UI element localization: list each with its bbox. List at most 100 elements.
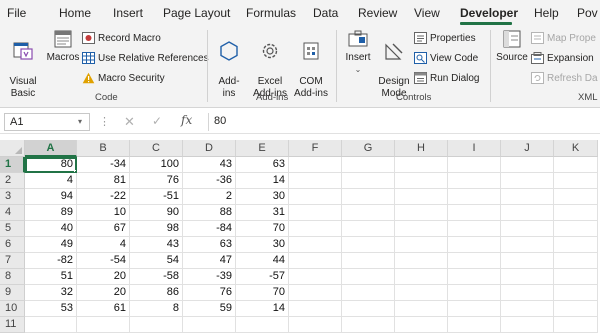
macro-security-button[interactable]: Macro Security — [82, 71, 165, 85]
cell-f4[interactable] — [289, 205, 342, 221]
row-header-4[interactable]: 4 — [0, 205, 25, 221]
cell-e2[interactable]: 14 — [236, 173, 289, 189]
cancel-icon[interactable]: ✕ — [124, 114, 135, 130]
properties-button[interactable]: Properties — [414, 31, 476, 45]
cell-b1[interactable]: -34 — [77, 157, 130, 173]
cell-j2[interactable] — [501, 173, 554, 189]
cell-j8[interactable] — [501, 269, 554, 285]
cell-h9[interactable] — [395, 285, 448, 301]
select-all-button[interactable] — [0, 140, 25, 157]
cell-f8[interactable] — [289, 269, 342, 285]
row-header-10[interactable]: 10 — [0, 301, 25, 317]
cell-g9[interactable] — [342, 285, 395, 301]
cell-h7[interactable] — [395, 253, 448, 269]
cell-h5[interactable] — [395, 221, 448, 237]
cell-g8[interactable] — [342, 269, 395, 285]
cell-g11[interactable] — [342, 317, 395, 333]
cell-f1[interactable] — [289, 157, 342, 173]
cell-b10[interactable]: 61 — [77, 301, 130, 317]
tab-developer[interactable]: Developer — [460, 6, 518, 20]
tab-insert[interactable]: Insert — [113, 6, 143, 20]
cell-h2[interactable] — [395, 173, 448, 189]
cell-c1[interactable]: 100 — [130, 157, 183, 173]
visual-basic-button[interactable]: Visual Basic — [6, 28, 40, 100]
cell-k2[interactable] — [554, 173, 598, 189]
cell-k3[interactable] — [554, 189, 598, 205]
cell-k4[interactable] — [554, 205, 598, 221]
cell-h10[interactable] — [395, 301, 448, 317]
map-properties-button[interactable]: Map Prope — [531, 31, 596, 45]
cell-b4[interactable]: 10 — [77, 205, 130, 221]
tab-home[interactable]: Home — [59, 6, 91, 20]
cell-i8[interactable] — [448, 269, 501, 285]
row-header-3[interactable]: 3 — [0, 189, 25, 205]
cell-d1[interactable]: 43 — [183, 157, 236, 173]
column-header-k[interactable]: K — [554, 140, 598, 157]
cell-c9[interactable]: 86 — [130, 285, 183, 301]
cell-e7[interactable]: 44 — [236, 253, 289, 269]
cell-i5[interactable] — [448, 221, 501, 237]
cell-c3[interactable]: -51 — [130, 189, 183, 205]
tab-help[interactable]: Help — [534, 6, 559, 20]
cell-e1[interactable]: 63 — [236, 157, 289, 173]
cell-g1[interactable] — [342, 157, 395, 173]
cell-j7[interactable] — [501, 253, 554, 269]
cell-g10[interactable] — [342, 301, 395, 317]
column-header-a[interactable]: A — [25, 140, 77, 157]
cell-b8[interactable]: 20 — [77, 269, 130, 285]
cell-d8[interactable]: -39 — [183, 269, 236, 285]
cell-h3[interactable] — [395, 189, 448, 205]
cell-c10[interactable]: 8 — [130, 301, 183, 317]
add-ins-button[interactable]: Add- ins — [215, 28, 243, 100]
cell-d9[interactable]: 76 — [183, 285, 236, 301]
cell-h1[interactable] — [395, 157, 448, 173]
refresh-data-button[interactable]: Refresh Da — [531, 71, 598, 85]
cell-a7[interactable]: -82 — [25, 253, 77, 269]
cell-i6[interactable] — [448, 237, 501, 253]
macros-button[interactable]: Macros — [46, 28, 80, 64]
cell-c6[interactable]: 43 — [130, 237, 183, 253]
cell-g4[interactable] — [342, 205, 395, 221]
cell-a8[interactable]: 51 — [25, 269, 77, 285]
cell-e4[interactable]: 31 — [236, 205, 289, 221]
cell-f5[interactable] — [289, 221, 342, 237]
cell-c4[interactable]: 90 — [130, 205, 183, 221]
tab-review[interactable]: Review — [358, 6, 397, 20]
column-header-b[interactable]: B — [77, 140, 130, 157]
design-mode-button[interactable]: Design Mode — [377, 28, 411, 100]
row-header-11[interactable]: 11 — [0, 317, 25, 333]
cell-k9[interactable] — [554, 285, 598, 301]
column-header-e[interactable]: E — [236, 140, 289, 157]
tab-power-pivot[interactable]: Pov — [577, 6, 598, 20]
cell-g5[interactable] — [342, 221, 395, 237]
cell-b7[interactable]: -54 — [77, 253, 130, 269]
cell-e5[interactable]: 70 — [236, 221, 289, 237]
cell-e10[interactable]: 14 — [236, 301, 289, 317]
row-header-7[interactable]: 7 — [0, 253, 25, 269]
cell-a11[interactable] — [25, 317, 77, 333]
column-header-i[interactable]: I — [448, 140, 501, 157]
row-header-6[interactable]: 6 — [0, 237, 25, 253]
cell-b5[interactable]: 67 — [77, 221, 130, 237]
formula-input[interactable]: 80 — [214, 115, 226, 127]
tab-page-layout[interactable]: Page Layout — [163, 6, 230, 20]
cell-e6[interactable]: 30 — [236, 237, 289, 253]
cell-d3[interactable]: 2 — [183, 189, 236, 205]
excel-add-ins-button[interactable]: Excel Add-ins — [252, 28, 288, 100]
cell-f11[interactable] — [289, 317, 342, 333]
cell-i1[interactable] — [448, 157, 501, 173]
cell-i2[interactable] — [448, 173, 501, 189]
column-header-d[interactable]: D — [183, 140, 236, 157]
cell-k1[interactable] — [554, 157, 598, 173]
cell-i4[interactable] — [448, 205, 501, 221]
chevron-down-icon[interactable]: ▾ — [78, 117, 82, 126]
column-header-h[interactable]: H — [395, 140, 448, 157]
cell-d10[interactable]: 59 — [183, 301, 236, 317]
cell-c2[interactable]: 76 — [130, 173, 183, 189]
cell-d6[interactable]: 63 — [183, 237, 236, 253]
cell-j6[interactable] — [501, 237, 554, 253]
row-header-9[interactable]: 9 — [0, 285, 25, 301]
cell-a6[interactable]: 49 — [25, 237, 77, 253]
cell-k11[interactable] — [554, 317, 598, 333]
cell-c8[interactable]: -58 — [130, 269, 183, 285]
